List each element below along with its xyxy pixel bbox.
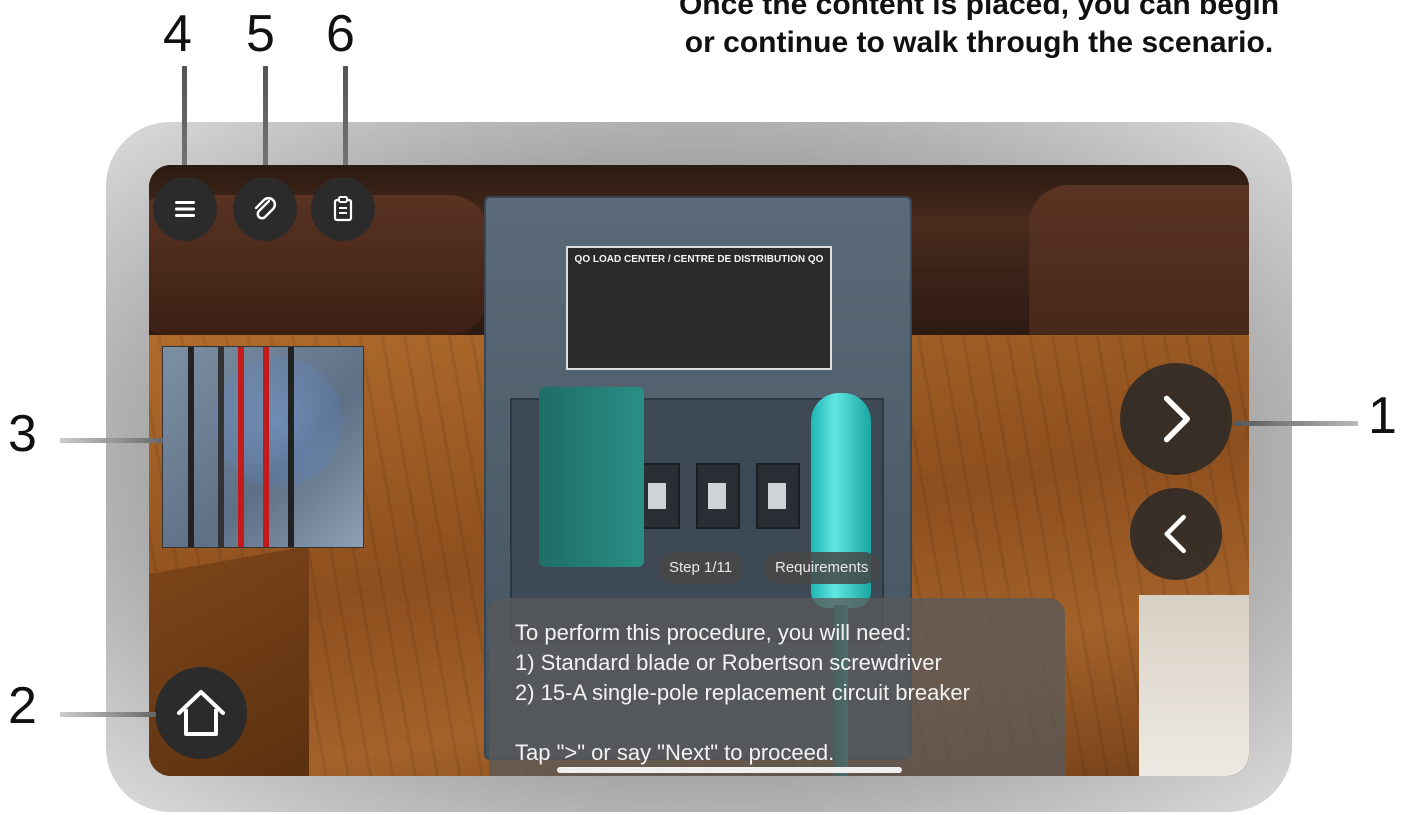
instruction-line-4: Tap ">" or say "Next" to proceed. (515, 740, 835, 765)
paperclip-icon (254, 197, 276, 220)
instruction-line-2: 1) Standard blade or Robertson screwdriv… (515, 650, 942, 675)
requirements-pill[interactable]: Requirements (763, 552, 881, 584)
chevron-right-icon (1163, 395, 1190, 443)
replacement-breaker-model (539, 387, 644, 567)
leader-line-1 (1233, 421, 1358, 426)
callout-1: 1 (1368, 387, 1397, 445)
chevron-left-icon (1164, 514, 1186, 554)
callout-3: 3 (8, 405, 37, 463)
leader-line-3 (60, 438, 163, 443)
callout-2: 2 (8, 677, 37, 735)
floor (1139, 595, 1249, 776)
home-icon (177, 690, 225, 736)
home-indicator-bar[interactable] (557, 767, 902, 773)
attachments-button[interactable] (233, 177, 297, 241)
leader-line-5 (263, 66, 268, 178)
leader-line-4 (182, 66, 187, 178)
next-step-button[interactable] (1120, 363, 1232, 475)
step-label: Step 1/11 (669, 559, 733, 576)
instruction-line-3: 2) 15-A single-pole replacement circuit … (515, 680, 970, 705)
panel-label-plate: QO LOAD CENTER / CENTRE DE DISTRIBUTION … (566, 246, 832, 370)
callout-5: 5 (246, 5, 275, 63)
ar-camera-view: QO LOAD CENTER / CENTRE DE DISTRIBUTION … (149, 165, 1249, 776)
instruction-line-1: To perform this procedure, you will need… (515, 620, 912, 645)
previous-step-button[interactable] (1130, 488, 1222, 580)
caption-line-2: or continue to walk through the scenario… (684, 26, 1274, 59)
caption-line-1: Once the content is placed, you can begi… (678, 0, 1280, 21)
callout-4: 4 (163, 5, 192, 63)
step-counter-pill: Step 1/11 (657, 552, 745, 584)
breaker-slot (756, 463, 800, 529)
breaker-slot (696, 463, 740, 529)
requirements-label: Requirements (775, 559, 869, 576)
menu-button[interactable] (153, 177, 217, 241)
leader-line-2 (60, 712, 156, 717)
leader-line-6 (343, 66, 348, 178)
home-button[interactable] (155, 667, 247, 759)
hamburger-menu-icon (175, 201, 195, 217)
requirements-clipboard-button[interactable] (311, 177, 375, 241)
step-preview-thumbnail[interactable] (162, 346, 364, 548)
clipboard-icon (333, 196, 353, 222)
callout-6: 6 (326, 5, 355, 63)
instruction-panel: To perform this procedure, you will need… (489, 598, 1065, 776)
instruction-caption: Once the content is placed, you can begi… (629, 0, 1329, 62)
panel-label-title: QO LOAD CENTER / CENTRE DE DISTRIBUTION … (574, 254, 824, 265)
